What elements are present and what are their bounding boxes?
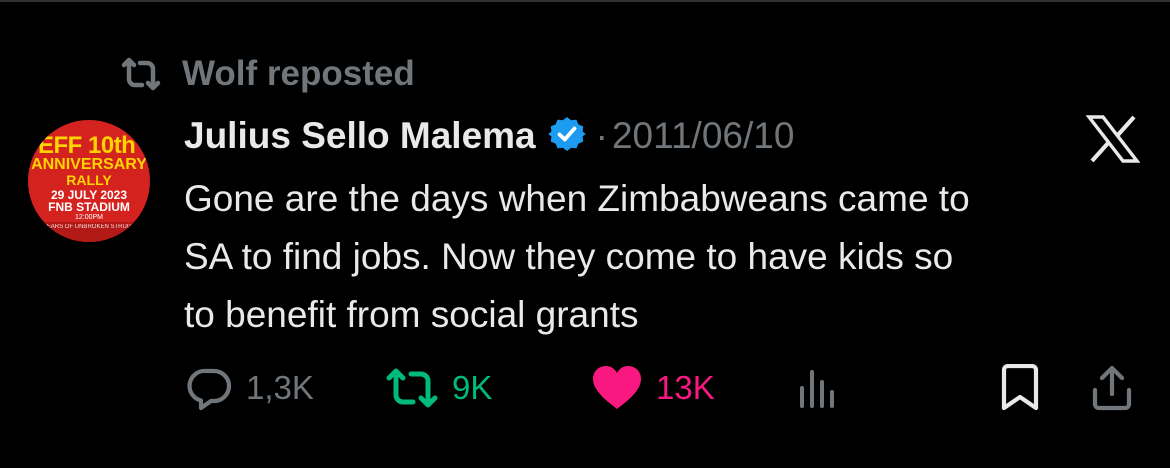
bookmark-icon xyxy=(998,364,1042,412)
tweet-line: to benefit from social grants xyxy=(184,294,639,335)
like-count: 13K xyxy=(656,369,715,406)
header-separator: · xyxy=(595,115,608,156)
views-icon xyxy=(796,366,840,410)
like-button[interactable]: 13K xyxy=(590,362,715,414)
author-name[interactable]: Julius Sello Malema xyxy=(184,115,536,157)
action-bar: 1,3K 9K 13K xyxy=(0,362,1170,414)
tweet-date[interactable]: 2011/06/10 xyxy=(612,115,794,157)
tweet-header: Julius Sello Malema · 2011/06/10 xyxy=(184,112,794,160)
avatar[interactable]: EFF 10th ANNIVERSARY RALLY 29 JULY 2023 … xyxy=(28,120,150,242)
retweet-icon xyxy=(384,367,440,409)
avatar-text-time: 12:00PM xyxy=(74,214,104,221)
reply-count: 1,3K xyxy=(246,369,314,406)
repost-indicator[interactable]: Wolf reposted xyxy=(118,52,415,96)
verified-badge-icon xyxy=(547,115,586,158)
retweet-count: 9K xyxy=(452,369,493,406)
reply-button[interactable]: 1,3K xyxy=(186,362,314,414)
repost-label: Wolf reposted xyxy=(182,54,415,93)
bookmark-button[interactable] xyxy=(998,362,1042,414)
tweet-text: Gone are the days when Zimbabweans came … xyxy=(184,170,1154,344)
tweet-line: SA to find jobs. Now they come to have k… xyxy=(184,236,954,277)
share-button[interactable] xyxy=(1090,362,1134,414)
avatar-text-slogan: 10 YEARS OF UNBROKEN STRUGGLE xyxy=(34,224,144,230)
retweet-button[interactable]: 9K xyxy=(384,362,492,414)
avatar-text-venue: FNB STADIUM xyxy=(48,200,130,214)
avatar-text-rally: RALLY xyxy=(66,172,112,188)
reply-icon xyxy=(186,364,234,412)
tweet-line: Gone are the days when Zimbabweans came … xyxy=(184,178,970,219)
views-button[interactable] xyxy=(796,362,840,414)
top-divider xyxy=(0,0,1170,2)
repost-icon xyxy=(118,57,164,91)
heart-icon xyxy=(590,364,644,412)
share-icon xyxy=(1090,364,1134,412)
x-logo-icon xyxy=(1085,115,1141,163)
